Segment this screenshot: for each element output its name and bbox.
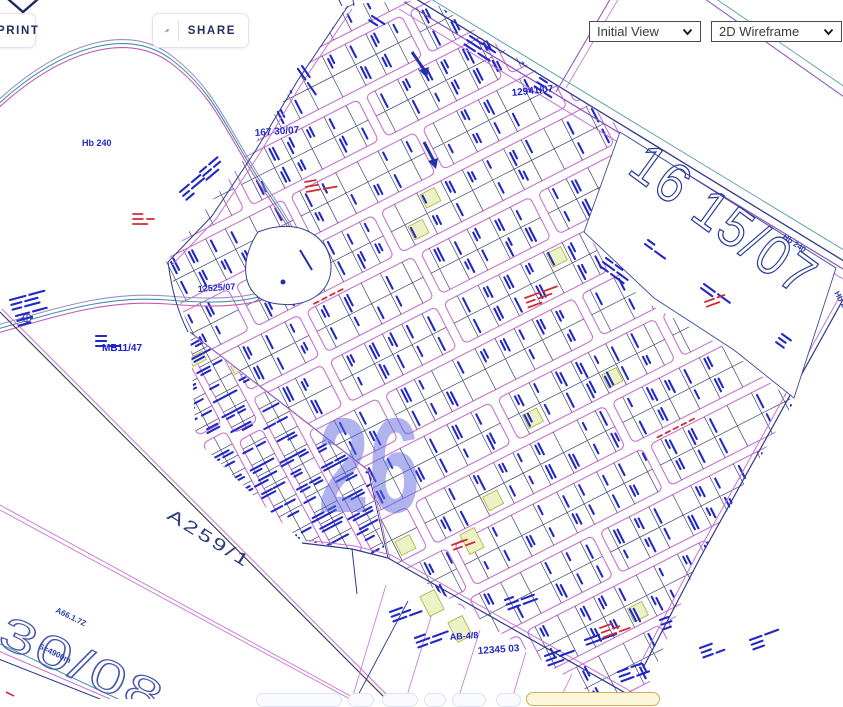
bottom-toolbar-button[interactable] <box>382 693 418 707</box>
map-label: A66.1.7Z <box>54 606 88 629</box>
bottom-toolbar-button[interactable] <box>424 693 446 707</box>
share-button-label: SHARE <box>188 25 236 37</box>
share-arrow-icon <box>165 21 170 40</box>
render-mode-select[interactable]: 2D Wireframe <box>711 21 842 42</box>
bottom-toolbar-button-active[interactable] <box>526 692 660 706</box>
chevron-down-icon <box>823 28 834 36</box>
map-label: 12345 03 <box>477 643 520 657</box>
share-button[interactable]: SHARE <box>152 13 249 48</box>
bottom-toolbar-button[interactable] <box>256 693 342 707</box>
map-label: MB11/47 <box>102 343 142 354</box>
map-viewer: 2616 15/0730/08Hb 240167 30/0712941/07MB… <box>0 0 843 699</box>
map-canvas[interactable]: 2616 15/0730/08Hb 240167 30/0712941/07MB… <box>0 0 843 699</box>
chevron-down-fragment-icon <box>6 0 40 14</box>
bottom-toolbar-button[interactable] <box>452 693 486 707</box>
bottom-toolbar-button[interactable] <box>348 693 374 707</box>
print-button-label: PRINT <box>0 25 40 37</box>
view-preset-select[interactable]: Initial View <box>589 21 701 42</box>
chevron-down-icon <box>682 28 693 36</box>
map-label: A259/1 <box>164 505 255 571</box>
bottom-toolbar-button[interactable] <box>496 693 521 707</box>
map-label: 12941/07 <box>511 84 554 99</box>
map-label: AB-4/8 <box>449 630 478 642</box>
view-preset-value: Initial View <box>597 24 659 39</box>
map-label: 167 30/07 <box>254 125 300 139</box>
map-label: 26 <box>318 390 420 541</box>
map-label: Hb 240 <box>832 290 843 318</box>
render-mode-value: 2D Wireframe <box>719 24 799 39</box>
print-button[interactable]: PRINT <box>0 13 36 48</box>
map-label: Hb 240 <box>82 138 112 148</box>
